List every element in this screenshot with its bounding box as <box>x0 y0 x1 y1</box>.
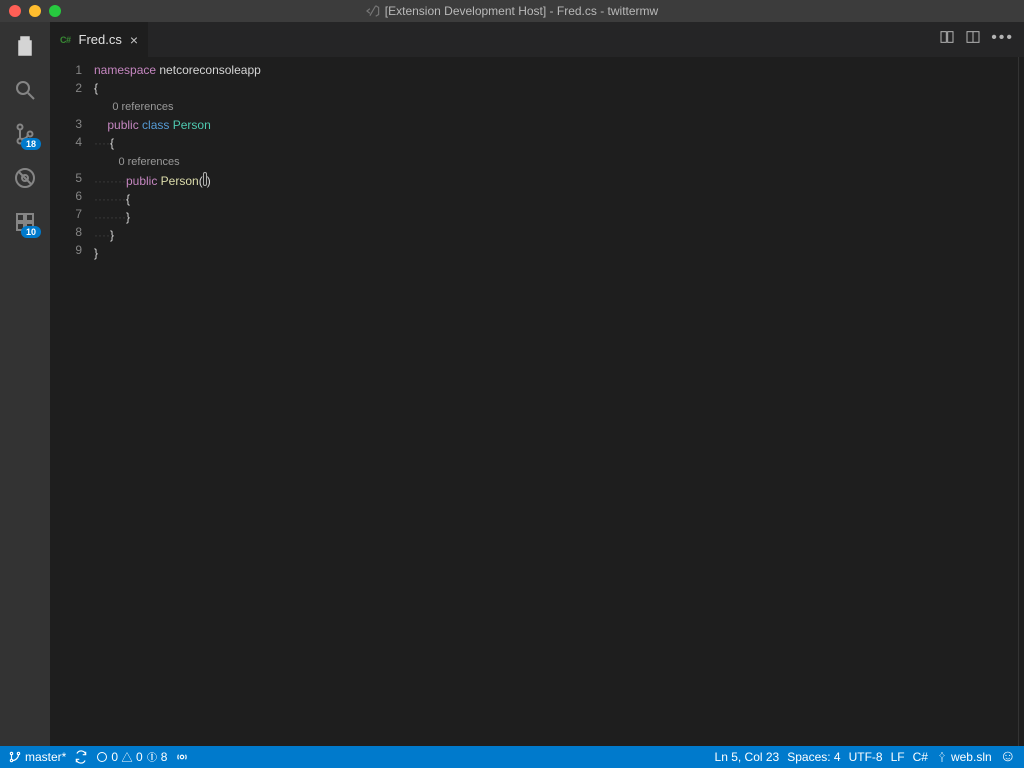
scm-icon[interactable]: 18 <box>11 120 39 148</box>
editor[interactable]: 123456789 namespace netcoreconsoleapp { … <box>50 57 1024 746</box>
git-branch[interactable]: master* <box>8 750 66 764</box>
debug-icon[interactable] <box>11 164 39 192</box>
codelens[interactable]: 0 references <box>94 156 180 168</box>
close-icon[interactable]: × <box>130 33 138 47</box>
codelens[interactable]: 0 references <box>94 101 173 113</box>
explorer-icon[interactable] <box>11 32 39 60</box>
live-server-icon[interactable] <box>175 750 189 764</box>
encoding[interactable]: UTF-8 <box>849 750 883 764</box>
minimize-window[interactable] <box>29 5 41 17</box>
window-title: [Extension Development Host] - Fred.cs -… <box>366 4 658 18</box>
close-window[interactable] <box>9 5 21 17</box>
compare-icon[interactable] <box>939 29 955 50</box>
text-cursor <box>203 172 207 186</box>
statusbar: master* 0 0 i8 Ln 5, Col 23 Spaces: 4 UT… <box>0 746 1024 768</box>
scrollbar[interactable] <box>1018 57 1024 746</box>
zoom-window[interactable] <box>49 5 61 17</box>
language-mode[interactable]: C# <box>913 750 928 764</box>
tab-fred-cs[interactable]: C# Fred.cs × <box>50 22 148 57</box>
tabs: C# Fred.cs × ••• <box>50 22 1024 57</box>
code-content[interactable]: namespace netcoreconsoleapp { 0 referenc… <box>94 57 261 746</box>
extensions-icon[interactable]: 10 <box>11 208 39 236</box>
svg-text:i: i <box>151 755 153 762</box>
line-numbers: 123456789 <box>50 57 94 746</box>
ext-badge: 10 <box>21 226 41 238</box>
indent[interactable]: Spaces: 4 <box>787 750 840 764</box>
cursor-position[interactable]: Ln 5, Col 23 <box>715 750 780 764</box>
sync-icon[interactable] <box>74 750 88 764</box>
scm-badge: 18 <box>21 138 41 150</box>
tab-label: Fred.cs <box>79 32 122 47</box>
activitybar: 18 10 <box>0 22 50 746</box>
feedback-icon[interactable]: ☺ <box>1000 748 1016 766</box>
window-controls <box>0 5 61 17</box>
eol[interactable]: LF <box>891 750 905 764</box>
project[interactable]: web.sln <box>936 750 992 764</box>
more-icon[interactable]: ••• <box>991 29 1014 50</box>
titlebar: [Extension Development Host] - Fred.cs -… <box>0 0 1024 22</box>
vscode-icon <box>366 4 380 18</box>
search-icon[interactable] <box>11 76 39 104</box>
problems[interactable]: 0 0 i8 <box>96 750 167 764</box>
csharp-lang-icon: C# <box>60 35 71 45</box>
split-editor-icon[interactable] <box>965 29 981 50</box>
